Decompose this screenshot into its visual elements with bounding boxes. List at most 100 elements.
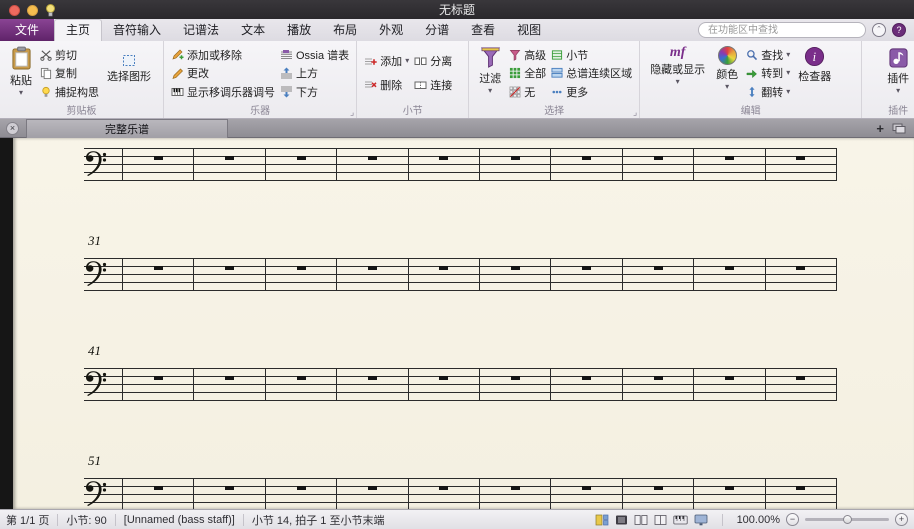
whole-rest[interactable] <box>367 486 377 490</box>
whole-rest[interactable] <box>653 156 663 160</box>
paste-button[interactable]: 粘贴 ▾ <box>7 44 35 97</box>
measure[interactable] <box>194 478 266 509</box>
panorama-view-icon[interactable] <box>615 514 628 526</box>
whole-rest[interactable] <box>724 486 734 490</box>
measure[interactable] <box>694 258 766 290</box>
ribbon-search-input[interactable] <box>698 22 866 38</box>
score-paper[interactable]: 31 41 51 <box>13 138 914 509</box>
spread-view-icon[interactable] <box>654 514 667 526</box>
close-tab-button[interactable]: × <box>6 121 19 135</box>
ribbon-tab-text[interactable]: 文本 <box>230 19 276 41</box>
whole-rest[interactable] <box>796 266 806 270</box>
measure[interactable] <box>480 148 552 180</box>
new-tab-button[interactable]: + <box>876 122 884 135</box>
whole-rest[interactable] <box>225 156 235 160</box>
zoom-out-button[interactable]: − <box>786 513 799 526</box>
measure[interactable] <box>766 368 838 400</box>
change-instrument-button[interactable]: 更改 <box>171 65 275 82</box>
tab-list-icon[interactable] <box>892 123 906 134</box>
measure[interactable] <box>123 258 195 290</box>
document-tab-full-score[interactable]: 完整乐谱 <box>26 118 228 138</box>
ribbon-tab-view[interactable]: 视图 <box>506 19 552 41</box>
ribbon-tab-file[interactable]: 文件 <box>0 19 55 41</box>
staff-below-button[interactable]: 下方 <box>280 83 349 100</box>
ribbon-tab-note-input[interactable]: 音符输入 <box>102 19 172 41</box>
ribbon-tab-layout[interactable]: 布局 <box>322 19 368 41</box>
video-window-icon[interactable] <box>694 514 708 526</box>
whole-rest[interactable] <box>582 266 592 270</box>
whole-rest[interactable] <box>296 486 306 490</box>
measure[interactable] <box>766 148 838 180</box>
ribbon-tab-parts[interactable]: 分谱 <box>414 19 460 41</box>
measure[interactable] <box>194 148 266 180</box>
whole-rest[interactable] <box>296 376 306 380</box>
measure[interactable] <box>337 258 409 290</box>
whole-rest[interactable] <box>439 156 449 160</box>
whole-rest[interactable] <box>510 376 520 380</box>
select-all-button[interactable]: 全部 <box>509 65 546 82</box>
inspector-button[interactable]: i 检查器 <box>795 44 834 84</box>
measure[interactable] <box>766 258 838 290</box>
measure[interactable] <box>623 148 695 180</box>
two-pages-view-icon[interactable] <box>634 514 648 526</box>
whole-rest[interactable] <box>653 376 663 380</box>
whole-rest[interactable] <box>796 486 806 490</box>
measure[interactable] <box>409 148 481 180</box>
ossia-staff-button[interactable]: Ossia 谱表 <box>280 46 349 63</box>
whole-rest[interactable] <box>225 266 235 270</box>
measure[interactable] <box>409 478 481 509</box>
whole-rest[interactable] <box>225 376 235 380</box>
staff-above-button[interactable]: 上方 <box>280 65 349 82</box>
whole-rest[interactable] <box>439 486 449 490</box>
whole-rest[interactable] <box>153 376 163 380</box>
tiles-view-icon[interactable] <box>595 514 609 526</box>
select-none-button[interactable]: 无 <box>509 83 546 100</box>
whole-rest[interactable] <box>510 156 520 160</box>
measure[interactable] <box>266 368 338 400</box>
measure[interactable] <box>337 148 409 180</box>
measure[interactable] <box>694 478 766 509</box>
whole-rest[interactable] <box>367 156 377 160</box>
ribbon-tab-play[interactable]: 播放 <box>276 19 322 41</box>
select-more-button[interactable]: 更多 <box>551 83 632 100</box>
plugins-button[interactable]: 插件 ▾ <box>884 44 912 95</box>
measure[interactable] <box>266 258 338 290</box>
zoom-slider-thumb[interactable] <box>843 515 852 524</box>
measure[interactable] <box>194 258 266 290</box>
advanced-filter-button[interactable]: 高级 <box>509 46 546 63</box>
whole-rest[interactable] <box>582 376 592 380</box>
measure[interactable] <box>551 258 623 290</box>
measure[interactable] <box>551 148 623 180</box>
close-window-button[interactable] <box>9 5 20 16</box>
whole-rest[interactable] <box>724 156 734 160</box>
measure[interactable] <box>266 478 338 509</box>
staff-system[interactable]: 41 <box>84 343 838 401</box>
measure[interactable] <box>623 478 695 509</box>
hide-show-button[interactable]: mf 隐藏或显示 ▾ <box>647 44 708 86</box>
filter-button[interactable]: 过滤 ▾ <box>476 44 504 95</box>
find-button[interactable]: 查找 ▾ <box>746 46 790 63</box>
measure[interactable] <box>551 368 623 400</box>
whole-rest[interactable] <box>582 156 592 160</box>
whole-rest[interactable] <box>510 486 520 490</box>
score-canvas[interactable]: 31 41 51 <box>0 138 914 509</box>
measure[interactable] <box>623 368 695 400</box>
whole-rest[interactable] <box>724 376 734 380</box>
select-graphic-button[interactable]: 选择图形 <box>104 52 154 84</box>
measure[interactable] <box>123 478 195 509</box>
zoom-in-button[interactable]: + <box>895 513 908 526</box>
whole-rest[interactable] <box>296 266 306 270</box>
add-bars-button[interactable]: 添加 ▾ <box>364 53 409 70</box>
ribbon-tab-appearance[interactable]: 外观 <box>368 19 414 41</box>
help-button[interactable]: ? <box>892 23 906 37</box>
whole-rest[interactable] <box>653 266 663 270</box>
join-bars-button[interactable]: 连接 <box>414 76 452 93</box>
whole-rest[interactable] <box>796 156 806 160</box>
ribbon-tab-notations[interactable]: 记谱法 <box>172 19 230 41</box>
measure[interactable] <box>694 368 766 400</box>
whole-rest[interactable] <box>796 376 806 380</box>
measure[interactable] <box>337 368 409 400</box>
whole-rest[interactable] <box>367 376 377 380</box>
goto-button[interactable]: 转到 ▾ <box>746 65 790 82</box>
whole-rest[interactable] <box>296 156 306 160</box>
